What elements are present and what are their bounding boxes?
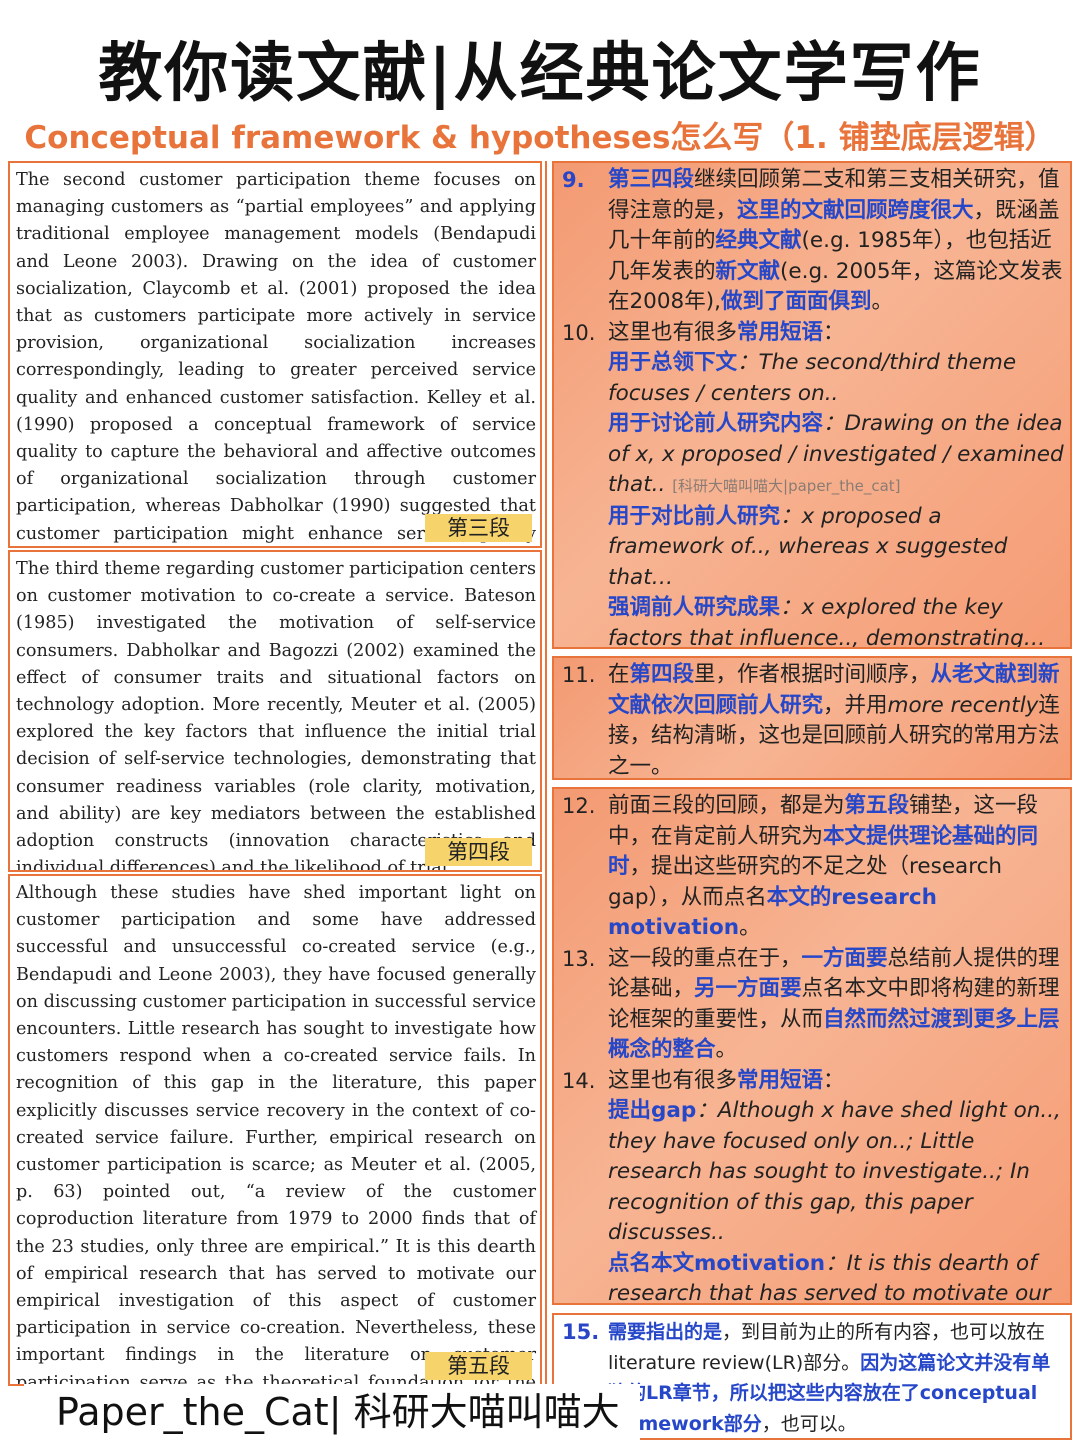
highlight: 新文献 bbox=[715, 258, 781, 284]
note-text: 在 bbox=[608, 662, 630, 687]
para3-tag: 第三段 bbox=[425, 514, 532, 542]
phrase-label: 用于总领下文 bbox=[608, 350, 738, 375]
note-box-12-14: 12. 前面三段的回顾，都是为第五段铺垫，这一段中，在肯定前人研究为本文提供理论… bbox=[552, 787, 1072, 1305]
note-text: 前面三段的回顾，都是为 bbox=[608, 793, 845, 818]
highlight: 需要指出的是 bbox=[608, 1321, 723, 1343]
note-item-10: 10. 这里也有很多常用短语： 用于总领下文：The second/third … bbox=[560, 318, 1064, 648]
watermark: [科研大喵叫喵大|paper_the_cat] bbox=[672, 477, 901, 495]
highlight: 第四段 bbox=[629, 662, 695, 687]
note-box-11: 11. 在第四段里，作者根据时间顺序，从老文献到新文献依次回顾前人研究，并用mo… bbox=[552, 656, 1072, 780]
paper-excerpt-para5: Although these studies have shed importa… bbox=[8, 874, 542, 1386]
note-box-9-10: 9. 第三四段继续回顾第二支和第三支相关研究，值得注意的是，这里的文献回顾跨度很… bbox=[552, 161, 1072, 649]
highlight: 经典文献 bbox=[715, 228, 802, 253]
connector-line bbox=[545, 161, 547, 1386]
highlight: 第三四段 bbox=[608, 167, 695, 192]
note-item-13: 13. 这一段的重点在于，一方面要总结前人提供的理论基础，另一方面要点名本文中即… bbox=[560, 944, 1064, 1066]
para5-tag: 第五段 bbox=[425, 1352, 532, 1380]
note-item-12: 12. 前面三段的回顾，都是为第五段铺垫，这一段中，在肯定前人研究为本文提供理论… bbox=[560, 791, 1064, 944]
brand-footer: Paper_the_Cat| 科研大喵叫喵大 bbox=[24, 1384, 640, 1440]
note-text: 里，作者根据时间顺序， bbox=[694, 662, 931, 687]
highlight: 做到了面面俱到 bbox=[720, 289, 872, 314]
para4-text: The third theme regarding customer parti… bbox=[16, 559, 536, 872]
phrase-label: 提出gap bbox=[608, 1098, 697, 1123]
paper-excerpt-para4: The third theme regarding customer parti… bbox=[8, 550, 542, 872]
note-item-14: 14. 这里也有很多常用短语： 提出gap：Although x have sh… bbox=[560, 1066, 1064, 1304]
phrase-label: 强调前人研究成果 bbox=[608, 595, 781, 620]
note-number: 15. bbox=[562, 1320, 600, 1344]
note-text: more recently bbox=[887, 692, 1039, 718]
phrase-label: 点名本文motivation bbox=[608, 1250, 826, 1276]
note-item-11: 11. 在第四段里，作者根据时间顺序，从老文献到新文献依次回顾前人研究，并用mo… bbox=[560, 660, 1064, 778]
highlight: 常用短语 bbox=[737, 319, 824, 345]
note-text: 这一段的重点在于， bbox=[608, 945, 802, 971]
note-text: ： bbox=[823, 319, 845, 345]
highlight: 这里的文献回顾跨度很大 bbox=[737, 197, 974, 223]
note-item-9: 9. 第三四段继续回顾第二支和第三支相关研究，值得注意的是，这里的文献回顾跨度很… bbox=[560, 165, 1064, 318]
note-text: 这里也有很多 bbox=[608, 319, 738, 345]
note-text: 这里也有很多 bbox=[608, 1067, 738, 1093]
note-number: 12. bbox=[562, 794, 596, 818]
note-number: 13. bbox=[562, 946, 596, 971]
note-text: 。 bbox=[715, 1037, 738, 1062]
paper-excerpt-para3: The second customer participation theme … bbox=[8, 161, 542, 548]
page-subtitle: Conceptual framework & hypotheses怎么写（1. … bbox=[24, 120, 1056, 156]
note-text: ，也可以。 bbox=[761, 1412, 857, 1435]
para4-tag: 第四段 bbox=[425, 838, 532, 866]
para5-text: Although these studies have shed importa… bbox=[16, 883, 536, 1386]
highlight: 一方面要 bbox=[801, 945, 888, 971]
highlight: 第五段 bbox=[844, 793, 910, 818]
phrase-label: 用于讨论前人研究内容 bbox=[608, 411, 824, 436]
note-text: 。 bbox=[739, 915, 761, 940]
note-text: ，并用 bbox=[823, 692, 888, 718]
note-number: 9. bbox=[562, 168, 585, 192]
note-text: ： bbox=[823, 1067, 845, 1093]
highlight: 常用短语 bbox=[737, 1067, 824, 1093]
page-title: 教你读文献|从经典论文学写作 bbox=[98, 37, 982, 111]
note-text: 。 bbox=[871, 289, 893, 314]
note-number: 14. bbox=[562, 1068, 596, 1093]
note-number: 10. bbox=[562, 320, 596, 345]
note-number: 11. bbox=[562, 663, 596, 687]
highlight: 另一方面要 bbox=[694, 976, 802, 1001]
para3-text: The second customer participation theme … bbox=[16, 170, 536, 544]
phrase-label: 用于对比前人研究 bbox=[608, 503, 781, 529]
